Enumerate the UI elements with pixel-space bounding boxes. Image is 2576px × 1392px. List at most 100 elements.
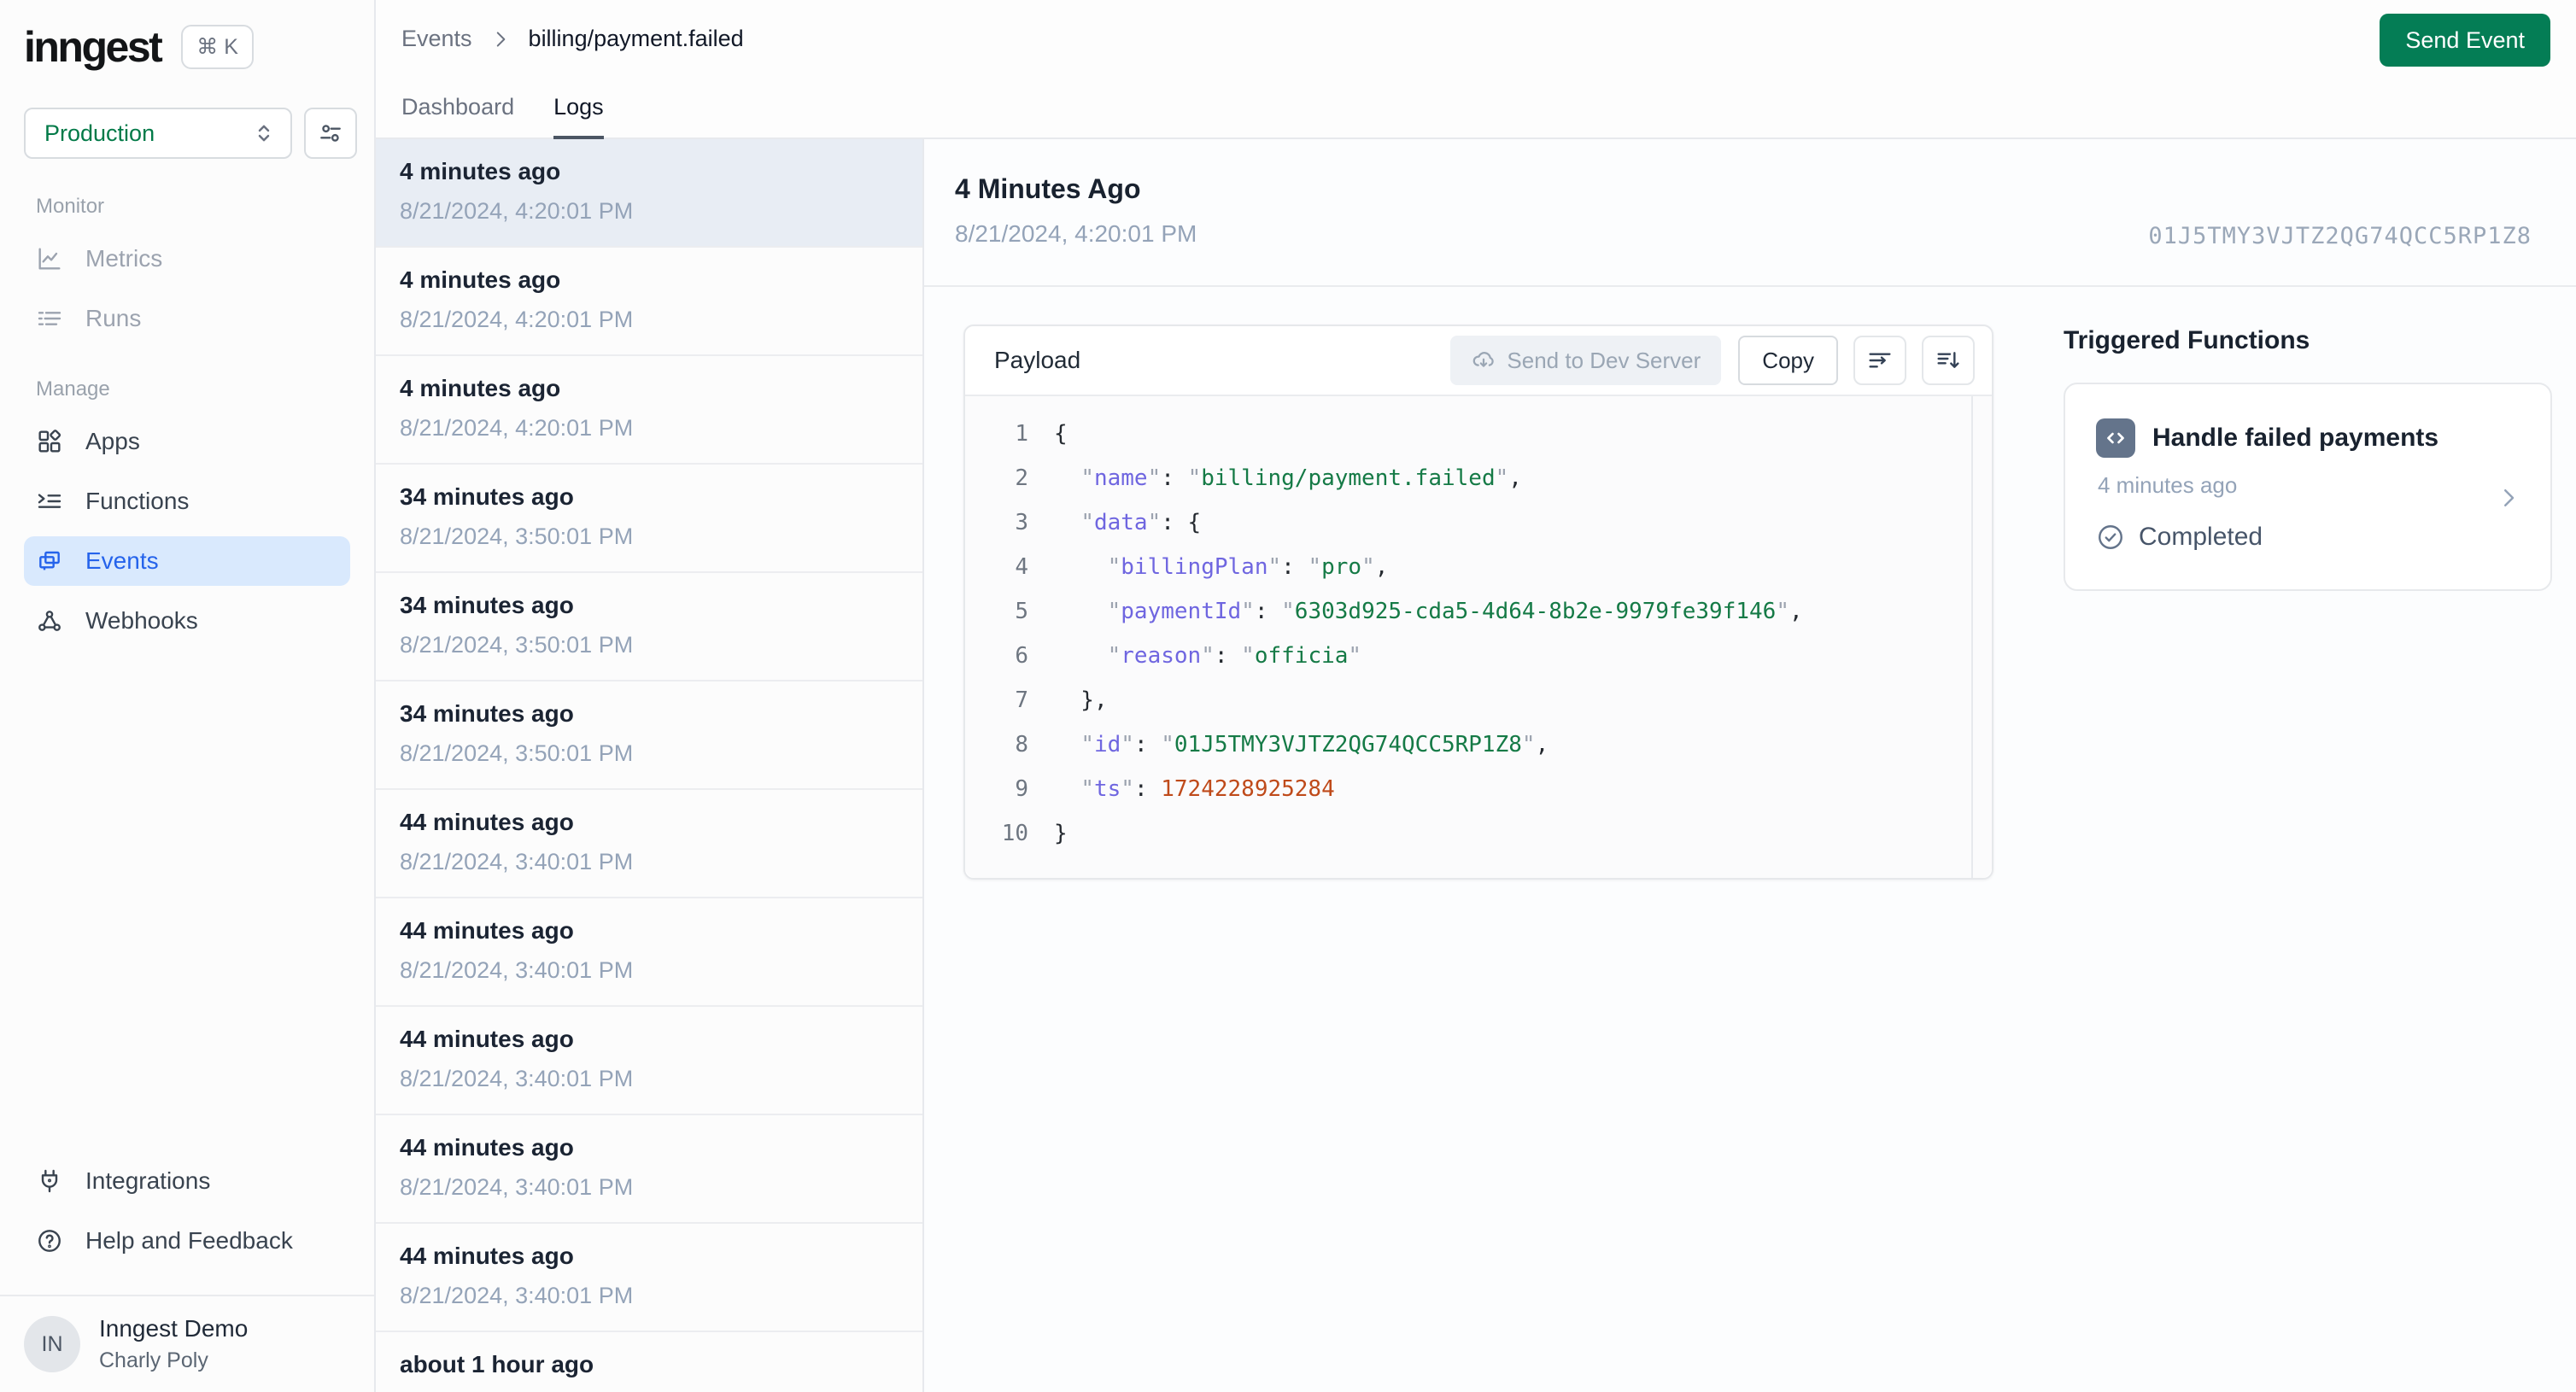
sidebar-item-metrics[interactable]: Metrics bbox=[24, 234, 350, 284]
function-time: 4 minutes ago bbox=[2098, 472, 2238, 498]
event-list-item[interactable]: 34 minutes ago 8/21/2024, 3:50:01 PM bbox=[376, 681, 922, 790]
line-number: 6 bbox=[1015, 643, 1028, 669]
event-item-title: 4 minutes ago bbox=[400, 266, 561, 293]
event-item-timestamp: 8/21/2024, 4:20:01 PM bbox=[400, 198, 634, 224]
code-text: }, bbox=[1054, 687, 1108, 713]
event-item-timestamp: 8/21/2024, 3:40:01 PM bbox=[400, 1174, 634, 1200]
event-list-item[interactable]: 34 minutes ago 8/21/2024, 3:50:01 PM bbox=[376, 573, 922, 681]
payload-title: Payload bbox=[994, 347, 1081, 373]
event-list-item[interactable]: 34 minutes ago 8/21/2024, 3:50:01 PM bbox=[376, 465, 922, 573]
triggered-functions-title: Triggered Functions bbox=[2064, 326, 2310, 354]
event-item-timestamp: 8/21/2024, 3:40:01 PM bbox=[400, 1283, 634, 1308]
list-lines-icon bbox=[36, 305, 63, 332]
send-to-dev-server-label: Send to Dev Server bbox=[1507, 347, 1701, 373]
code-scrollbar[interactable] bbox=[1971, 396, 1973, 878]
event-item-timestamp: 8/21/2024, 3:40:01 PM bbox=[400, 1066, 634, 1091]
sidebar-item-help[interactable]: Help and Feedback bbox=[24, 1216, 350, 1266]
payload-card: Payload Send to Dev Server Copy 1 {2 "n… bbox=[963, 325, 1993, 880]
lines-arrow-down-icon bbox=[1935, 347, 1962, 374]
content-row: 4 minutes ago 8/21/2024, 4:20:01 PM 4 mi… bbox=[376, 139, 2576, 1392]
sidebar: inngest ⌘ K Production Monitor Metrics R… bbox=[0, 0, 376, 1392]
sidebar-item-runs[interactable]: Runs bbox=[24, 294, 350, 343]
breadcrumb-current: billing/payment.failed bbox=[528, 26, 744, 51]
event-item-title: 4 minutes ago bbox=[400, 158, 561, 184]
event-item-timestamp: 8/21/2024, 3:40:01 PM bbox=[400, 957, 634, 983]
payload-code: 1{2 "name": "billing/payment.failed", 3 "… bbox=[965, 396, 1992, 878]
code-text: "id": "01J5TMY3VJTZ2QG74QCC5RP1Z8", bbox=[1080, 732, 1549, 757]
webhook-icon bbox=[36, 607, 63, 635]
tab-logs[interactable]: Logs bbox=[553, 94, 604, 139]
line-number: 10 bbox=[1001, 821, 1028, 846]
event-list-item[interactable]: 44 minutes ago 8/21/2024, 3:40:01 PM bbox=[376, 790, 922, 898]
triggered-functions: Triggered Functions Handle failed paymen… bbox=[2064, 325, 2552, 591]
sidebar-item-functions[interactable]: Functions bbox=[24, 477, 350, 526]
command-k-label: ⌘ K bbox=[196, 35, 238, 59]
event-item-timestamp: 8/21/2024, 3:50:01 PM bbox=[400, 523, 634, 549]
event-list-item[interactable]: 4 minutes ago 8/21/2024, 4:20:01 PM bbox=[376, 139, 922, 248]
question-circle-icon bbox=[36, 1227, 63, 1255]
detail-title: 4 Minutes Ago bbox=[955, 173, 1141, 204]
tabs: Dashboard Logs bbox=[401, 94, 604, 139]
tab-dashboard[interactable]: Dashboard bbox=[401, 94, 514, 139]
code-line: 5 "paymentId": "6303d925-cda5-4d64-8b2e-… bbox=[965, 589, 1992, 634]
code-line: 4 "billingPlan": "pro", bbox=[965, 545, 1992, 589]
line-number: 3 bbox=[1015, 510, 1028, 535]
event-list-item[interactable]: 4 minutes ago 8/21/2024, 4:20:01 PM bbox=[376, 248, 922, 356]
sidebar-item-label: Functions bbox=[85, 488, 190, 514]
topbar: Events billing/payment.failed Dashboard … bbox=[376, 0, 2576, 139]
send-to-dev-server-button[interactable]: Send to Dev Server bbox=[1450, 336, 1722, 385]
sidebar-item-webhooks[interactable]: Webhooks bbox=[24, 596, 350, 646]
event-item-timestamp: 8/21/2024, 3:50:01 PM bbox=[400, 632, 634, 658]
text-wrap-arrow-right-icon bbox=[1866, 347, 1894, 374]
profile-row[interactable]: IN Inngest Demo Charly Poly bbox=[0, 1295, 374, 1392]
check-circle-icon bbox=[2096, 523, 2125, 552]
event-list-item[interactable]: 4 minutes ago 8/21/2024, 4:20:01 PM bbox=[376, 356, 922, 465]
environment-value: Production bbox=[44, 120, 155, 146]
command-k-shortcut[interactable]: ⌘ K bbox=[181, 25, 254, 69]
event-item-title: 34 minutes ago bbox=[400, 483, 574, 510]
code-line: 8 "id": "01J5TMY3VJTZ2QG74QCC5RP1Z8", bbox=[965, 722, 1992, 767]
event-item-title: 44 minutes ago bbox=[400, 1243, 574, 1269]
event-item-title: 34 minutes ago bbox=[400, 700, 574, 727]
environment-select[interactable]: Production bbox=[24, 108, 292, 159]
environment-row: Production bbox=[0, 72, 374, 159]
event-item-timestamp: 8/21/2024, 3:40:01 PM bbox=[400, 849, 634, 874]
event-list-item[interactable]: 44 minutes ago 8/21/2024, 3:40:01 PM bbox=[376, 898, 922, 1007]
event-list-item[interactable]: 44 minutes ago 8/21/2024, 3:40:01 PM bbox=[376, 1224, 922, 1332]
event-list-item[interactable]: about 1 hour ago bbox=[376, 1332, 922, 1392]
code-line: 3 "data": { bbox=[965, 500, 1992, 545]
environment-settings-button[interactable] bbox=[304, 108, 357, 159]
breadcrumb-events-link[interactable]: Events bbox=[401, 26, 472, 52]
chevron-right-icon bbox=[489, 28, 512, 50]
sidebar-item-integrations[interactable]: Integrations bbox=[24, 1156, 350, 1206]
function-name: Handle failed payments bbox=[2152, 424, 2439, 452]
code-line: 10} bbox=[965, 811, 1992, 856]
code-line: 2 "name": "billing/payment.failed", bbox=[965, 456, 1992, 500]
wrap-text-button[interactable] bbox=[1853, 336, 1906, 385]
code-text: "reason": "officia" bbox=[1107, 643, 1362, 669]
event-list-item[interactable]: 44 minutes ago 8/21/2024, 3:40:01 PM bbox=[376, 1115, 922, 1224]
inngest-logo: inngest bbox=[24, 23, 163, 71]
code-text: } bbox=[1054, 821, 1068, 846]
scroll-to-bottom-button[interactable] bbox=[1922, 336, 1975, 385]
event-list-item[interactable]: 44 minutes ago 8/21/2024, 3:40:01 PM bbox=[376, 1007, 922, 1115]
detail-body: Payload Send to Dev Server Copy 1 {2 "n… bbox=[924, 287, 2576, 880]
code-line: 1{ bbox=[965, 412, 1992, 456]
event-detail: 4 Minutes Ago 8/21/2024, 4:20:01 PM 01J5… bbox=[924, 139, 2576, 1392]
line-number: 4 bbox=[1015, 554, 1028, 580]
event-item-timestamp: 8/21/2024, 4:20:01 PM bbox=[400, 307, 634, 332]
profile-text: Inngest Demo Charly Poly bbox=[99, 1315, 248, 1373]
payload-header: Payload Send to Dev Server Copy bbox=[965, 326, 1992, 396]
detail-header: 4 Minutes Ago 8/21/2024, 4:20:01 PM 01J5… bbox=[924, 139, 2576, 249]
sidebar-item-apps[interactable]: Apps bbox=[24, 417, 350, 466]
event-item-title: 34 minutes ago bbox=[400, 592, 574, 618]
code-window-icon bbox=[2096, 418, 2135, 458]
code-text: { bbox=[1054, 421, 1068, 447]
sidebar-item-events[interactable]: Events bbox=[24, 536, 350, 586]
send-event-button[interactable]: Send Event bbox=[2380, 14, 2550, 67]
chevron-right-icon bbox=[2496, 485, 2521, 511]
copy-button[interactable]: Copy bbox=[1738, 336, 1838, 385]
event-item-title: about 1 hour ago bbox=[400, 1351, 594, 1377]
sliders-icon bbox=[317, 120, 344, 147]
function-card[interactable]: Handle failed payments 4 minutes ago Com bbox=[2064, 383, 2552, 591]
